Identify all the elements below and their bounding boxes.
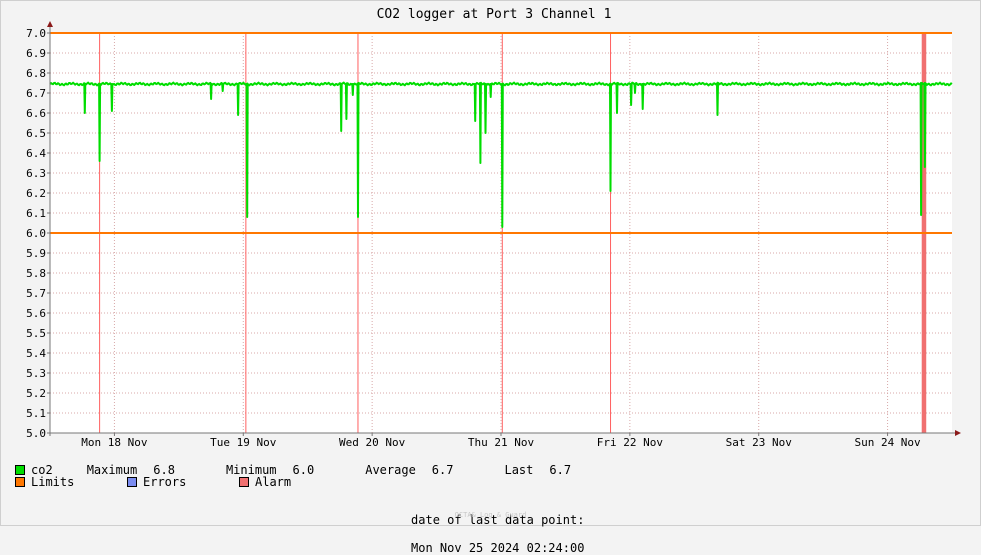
y-tick-label: 5.2: [26, 387, 46, 400]
x-tick-label: Thu 21 Nov: [468, 436, 535, 449]
x-tick-label: Wed 20 Nov: [339, 436, 406, 449]
y-tick-label: 5.5: [26, 327, 46, 340]
y-tick-label: 5.4: [26, 347, 46, 360]
legend-average-value: 6.7: [431, 463, 454, 477]
x-tick-label: Tue 19 Nov: [210, 436, 277, 449]
legend-minimum-value: 6.0: [292, 463, 315, 477]
errors-swatch: [127, 477, 137, 487]
chart-title: CO2 logger at Port 3 Channel 1: [377, 7, 612, 22]
x-tick-label: Sat 23 Nov: [726, 436, 793, 449]
legend-last-value: 6.7: [549, 463, 572, 477]
y-tick-label: 6.1: [26, 207, 46, 220]
y-tick-label: 5.0: [26, 427, 46, 440]
legend-average-label: Average: [365, 463, 416, 477]
y-tick-label: 6.5: [26, 127, 46, 140]
plot-area: 5.0 5.1 5.2 5.3 5.4 5.5 5.6 5.7 5.8 5.9 6.0 6.1 6.2 6…: [26, 21, 961, 449]
x-tick-label: Sun 24 Nov: [854, 436, 921, 449]
watermark: OCTA& Log & Guard: [454, 511, 527, 519]
y-tick-label: 5.1: [26, 407, 46, 420]
y-tick-label: 6.8: [26, 67, 46, 80]
legend-errors-label: Errors: [143, 475, 187, 489]
y-tick-label: 5.6: [26, 307, 46, 320]
y-tick-label: 6.0: [26, 227, 46, 240]
y-tick-label: 7.0: [26, 27, 46, 40]
last-data-point: date of last data point: Mon Nov 25 2024…: [0, 499, 981, 555]
x-tick-label: Fri 22 Nov: [597, 436, 664, 449]
chart: CO2 logger at Port 3 Channel 1 5.0 5.1 5.2…: [26, 7, 961, 449]
y-tick-label: 5.8: [26, 267, 46, 280]
y-tick-label: 5.3: [26, 367, 46, 380]
x-tick-label: Mon 18 Nov: [81, 436, 148, 449]
co2-swatch: [15, 465, 25, 475]
legend-types-row: Limits Errors Alarm: [15, 475, 291, 489]
y-tick-label: 6.4: [26, 147, 46, 160]
last-data-value: Mon Nov 25 2024 02:24:00: [411, 541, 585, 555]
y-tick-label: 6.3: [26, 167, 46, 180]
y-tick-label: 6.6: [26, 107, 46, 120]
legend-limits-label: Limits: [31, 475, 75, 489]
alarm-swatch: [239, 477, 249, 487]
y-tick-label: 5.7: [26, 287, 46, 300]
y-tick-label: 6.9: [26, 47, 46, 60]
legend-last-label: Last: [504, 463, 534, 477]
x-axis-arrow: [955, 430, 961, 436]
legend-alarm-label: Alarm: [255, 475, 292, 489]
y-tick-label: 5.9: [26, 247, 46, 260]
y-axis-arrow: [47, 21, 53, 27]
y-tick-label: 6.2: [26, 187, 46, 200]
y-tick-label: 6.7: [26, 87, 46, 100]
limits-swatch: [15, 477, 25, 487]
